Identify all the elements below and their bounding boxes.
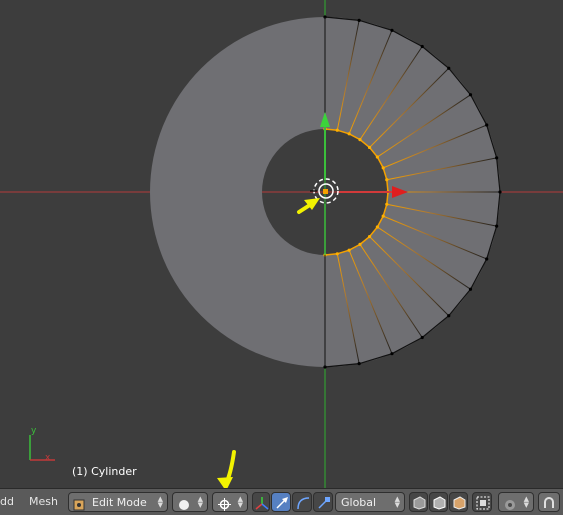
mode-selector[interactable]: Edit Mode ▲ ▼: [68, 492, 168, 512]
mini-axis-y-label: y: [31, 426, 37, 436]
viewport-header: dd Mesh Edit Mode ▲ ▼ ▲ ▼ ▲ ▼ Global ▲ ▼…: [0, 488, 563, 515]
mode-icon: [73, 496, 85, 515]
mesh-vertex[interactable]: [447, 66, 451, 70]
annotation-arrow-cursor: [297, 198, 320, 214]
pivot-point-icon: [218, 496, 231, 515]
median-point-dot: [323, 189, 328, 194]
object-label: (1) Cylinder: [72, 465, 137, 478]
mesh-vertex-selected[interactable]: [335, 252, 339, 256]
menu-add-partial[interactable]: dd: [0, 495, 14, 508]
vertex-select-button[interactable]: [409, 492, 428, 512]
shading-updown-icon: ▲ ▼: [197, 495, 203, 509]
3d-viewport[interactable]: y x (1) Cylinder: [0, 0, 563, 488]
mesh-vertex[interactable]: [390, 28, 394, 32]
proportional-edit-icon: [504, 496, 516, 515]
menu-mesh[interactable]: Mesh: [29, 495, 58, 508]
snap-icon: [542, 495, 556, 514]
orientation-updown-icon: ▲ ▼: [394, 495, 400, 509]
mesh-vertex[interactable]: [420, 44, 424, 49]
manipulator-toggle-button[interactable]: [252, 492, 270, 512]
mini-axis-x-label: x: [45, 453, 51, 463]
transform-orientation-select[interactable]: Global ▲ ▼: [335, 492, 405, 512]
rotate-button[interactable]: [292, 492, 312, 512]
mesh-vertex-selected[interactable]: [358, 138, 362, 142]
snap-button[interactable]: [538, 492, 560, 512]
mesh-vertex[interactable]: [447, 314, 451, 318]
viewport-shading-button[interactable]: ▲ ▼: [172, 492, 208, 512]
mesh-vertex[interactable]: [498, 190, 502, 194]
mesh-vertex-selected[interactable]: [367, 145, 372, 150]
scale-icon: [317, 495, 331, 514]
rotate-icon: [296, 495, 310, 514]
mesh-vertex[interactable]: [357, 18, 361, 22]
proportional-updown-icon: ▲ ▼: [523, 495, 529, 509]
manipulator-axes-icon: [255, 495, 269, 514]
mesh-vertex[interactable]: [485, 257, 489, 261]
mesh-vertex-selected[interactable]: [347, 132, 351, 136]
orientation-label: Global: [341, 496, 377, 509]
mesh-vertex-selected[interactable]: [367, 234, 372, 239]
scale-button[interactable]: [313, 492, 333, 512]
proportional-edit-button[interactable]: ▲ ▼: [498, 492, 534, 512]
pivot-updown-icon: ▲ ▼: [237, 495, 243, 509]
viewport-scene[interactable]: y x: [0, 0, 563, 488]
mesh-vertex[interactable]: [495, 224, 499, 228]
edge-select-button[interactable]: [429, 492, 448, 512]
translate-icon: [275, 495, 289, 514]
mesh-vertex-selected[interactable]: [381, 214, 385, 218]
pivot-point-button[interactable]: ▲ ▼: [212, 492, 248, 512]
mesh-vertex-selected[interactable]: [385, 178, 389, 182]
mesh-vertex-selected[interactable]: [335, 128, 339, 132]
mesh-vertex[interactable]: [468, 93, 473, 97]
mode-updown-icon: ▲ ▼: [157, 495, 163, 509]
translate-button[interactable]: [271, 492, 291, 512]
mesh-vertex-selected[interactable]: [375, 225, 379, 229]
vertex-select-icon: [412, 495, 426, 514]
mode-label: Edit Mode: [92, 496, 147, 509]
mesh-vertex[interactable]: [468, 287, 473, 291]
annotation-arrow-pivot: [217, 450, 236, 488]
mesh-vertex[interactable]: [390, 352, 394, 356]
mesh-vertex-selected[interactable]: [347, 248, 351, 252]
limit-selection-icon: [476, 495, 490, 514]
mesh-vertex[interactable]: [420, 335, 424, 340]
mesh-vertex-selected[interactable]: [381, 166, 385, 170]
viewport-shading-icon: [178, 496, 190, 515]
limit-selection-button[interactable]: [472, 492, 492, 512]
mesh-vertex-selected[interactable]: [358, 242, 362, 246]
mesh-vertex[interactable]: [495, 156, 499, 160]
mesh-vertex-selected[interactable]: [385, 202, 389, 206]
mesh-vertex-selected[interactable]: [375, 155, 379, 159]
edge-select-icon: [432, 495, 446, 514]
mesh-vertex[interactable]: [357, 362, 361, 366]
face-select-button[interactable]: [449, 492, 468, 512]
face-select-icon: [452, 495, 466, 514]
mesh-vertex[interactable]: [485, 123, 489, 127]
